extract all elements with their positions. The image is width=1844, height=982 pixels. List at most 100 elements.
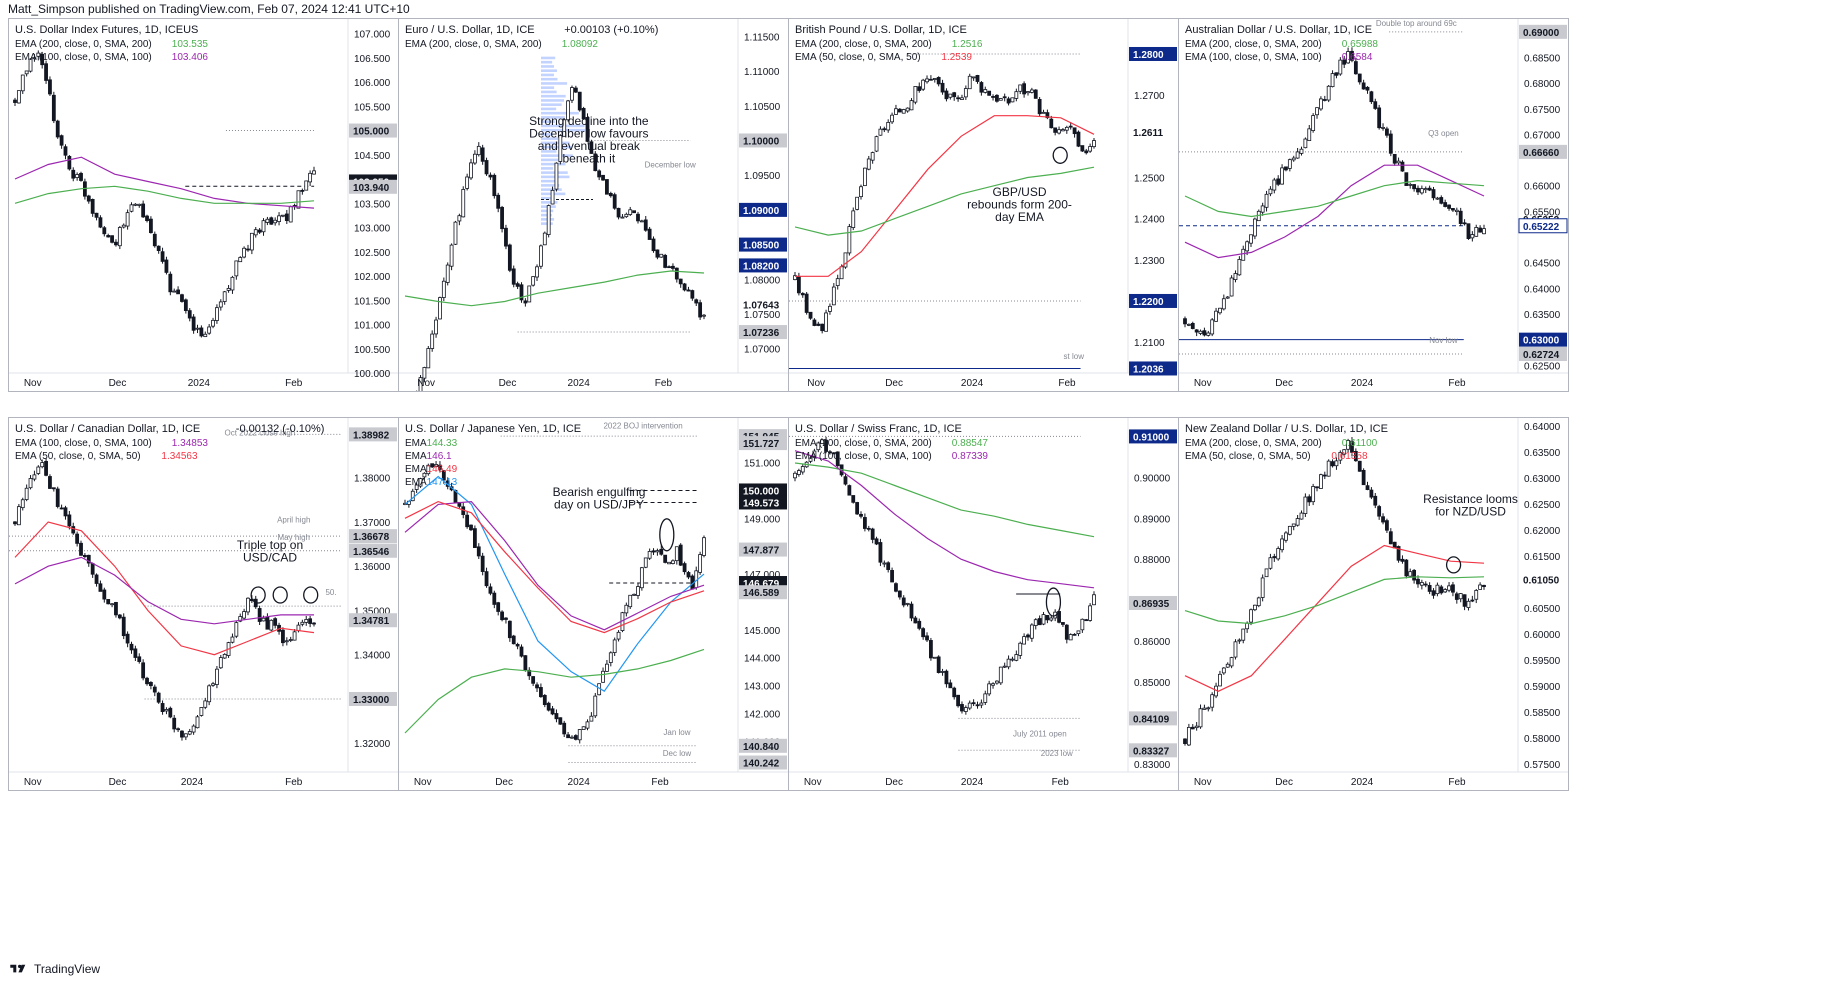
legend-value: 0.61100	[1342, 438, 1378, 449]
candle	[956, 694, 960, 708]
candle	[59, 134, 64, 149]
candle	[663, 253, 668, 269]
candle	[523, 298, 528, 307]
candle	[1416, 185, 1420, 196]
y-tick-label: 149.000	[744, 514, 781, 525]
candle	[1466, 598, 1471, 611]
chart-title: British Pound / U.S. Dollar, 1D, ICE	[795, 24, 967, 36]
candle	[20, 497, 25, 511]
y-tick-label: 1.08000	[744, 275, 781, 286]
candle	[698, 551, 703, 575]
annotation: Jan low	[663, 728, 690, 737]
candle	[921, 627, 926, 640]
candle	[199, 707, 204, 717]
candle	[1221, 667, 1226, 675]
candle	[952, 91, 957, 101]
svg-text:1.07643: 1.07643	[743, 300, 780, 311]
price-label: 0.83327	[1129, 743, 1177, 758]
candle	[152, 684, 157, 697]
legend-value: 0.87339	[952, 451, 989, 462]
candle	[527, 285, 532, 303]
candle	[277, 212, 281, 226]
candle	[1022, 81, 1027, 98]
candle	[1400, 555, 1405, 564]
candle	[550, 706, 555, 716]
candle	[991, 94, 995, 101]
candle	[702, 535, 706, 558]
svg-text:0.69000: 0.69000	[1523, 28, 1560, 39]
candle	[1186, 323, 1191, 327]
candle	[851, 495, 856, 504]
candle	[55, 119, 60, 139]
candle	[507, 243, 512, 273]
price-label: 1.34781	[349, 613, 397, 628]
candle	[1373, 493, 1378, 509]
candle	[1088, 143, 1093, 153]
candle	[975, 74, 980, 84]
svg-text:1.38982: 1.38982	[353, 430, 390, 441]
candle	[901, 108, 906, 114]
candle	[690, 289, 695, 301]
candle	[1002, 93, 1007, 102]
candle	[1249, 608, 1253, 626]
ema-line-2	[404, 500, 705, 634]
y-tick-label: 1.11500	[744, 32, 780, 43]
candle	[963, 705, 968, 715]
candle	[624, 602, 629, 617]
svg-text:0.61050: 0.61050	[1523, 575, 1560, 586]
candle	[472, 150, 477, 165]
candle	[218, 299, 223, 311]
y-tick-label: 100.000	[354, 369, 391, 380]
candle	[215, 304, 219, 324]
highlight-circle	[250, 586, 266, 604]
candle	[461, 186, 466, 218]
candle	[32, 470, 37, 482]
ema-line-3	[404, 648, 705, 734]
ema-line-0	[404, 270, 705, 307]
candle	[117, 614, 122, 620]
y-tick-label: 0.83000	[1134, 760, 1171, 771]
chart-svg-gbpusd: 1.2700 1.2500 1.2400 1.2300 1.2100 1.2800 1.26…	[789, 19, 1178, 389]
highlight-circle	[1445, 556, 1462, 574]
candle	[894, 582, 898, 593]
candle	[121, 613, 126, 640]
candle	[890, 567, 894, 583]
candle	[20, 74, 25, 94]
chart-panel-audusd: 0.68500 0.68000 0.67500 0.67000 0.66000 0.655…	[1178, 18, 1569, 392]
candle	[176, 286, 180, 295]
candle	[1076, 130, 1081, 148]
y-tick-label: 0.63000	[1524, 474, 1561, 485]
candle	[207, 684, 212, 706]
candle	[51, 487, 56, 492]
x-tick-label: Feb	[1448, 777, 1466, 788]
y-tick-label: 0.68500	[1524, 53, 1561, 64]
candle	[496, 192, 501, 213]
candle	[655, 249, 660, 260]
candle	[211, 681, 215, 687]
annotation: April high	[277, 515, 310, 524]
y-tick-label: 105.500	[354, 102, 391, 113]
candle	[98, 215, 103, 229]
y-tick-label: 102.500	[354, 248, 391, 259]
candle	[925, 75, 929, 84]
footer-brand: TradingView	[34, 962, 101, 976]
candle	[1470, 231, 1475, 242]
candle	[702, 313, 706, 320]
candle	[222, 290, 227, 305]
candle	[1392, 153, 1397, 166]
candle	[1237, 256, 1242, 276]
y-tick-label: 145.000	[744, 626, 781, 637]
candle	[643, 557, 648, 569]
price-label: 147.877	[739, 542, 787, 557]
candle	[808, 311, 813, 320]
ema-line-1	[404, 500, 705, 631]
candle	[577, 91, 582, 112]
candle	[1202, 327, 1207, 337]
legend-label: EMA (200, close, 0, SMA, 200)	[795, 39, 932, 50]
price-label: 140.840	[739, 738, 787, 753]
y-tick-label: 1.2500	[1134, 173, 1165, 184]
candle	[1423, 581, 1428, 588]
x-tick-label: Feb	[655, 378, 673, 389]
svg-text:1.09000: 1.09000	[743, 206, 780, 217]
candle	[1010, 656, 1015, 662]
